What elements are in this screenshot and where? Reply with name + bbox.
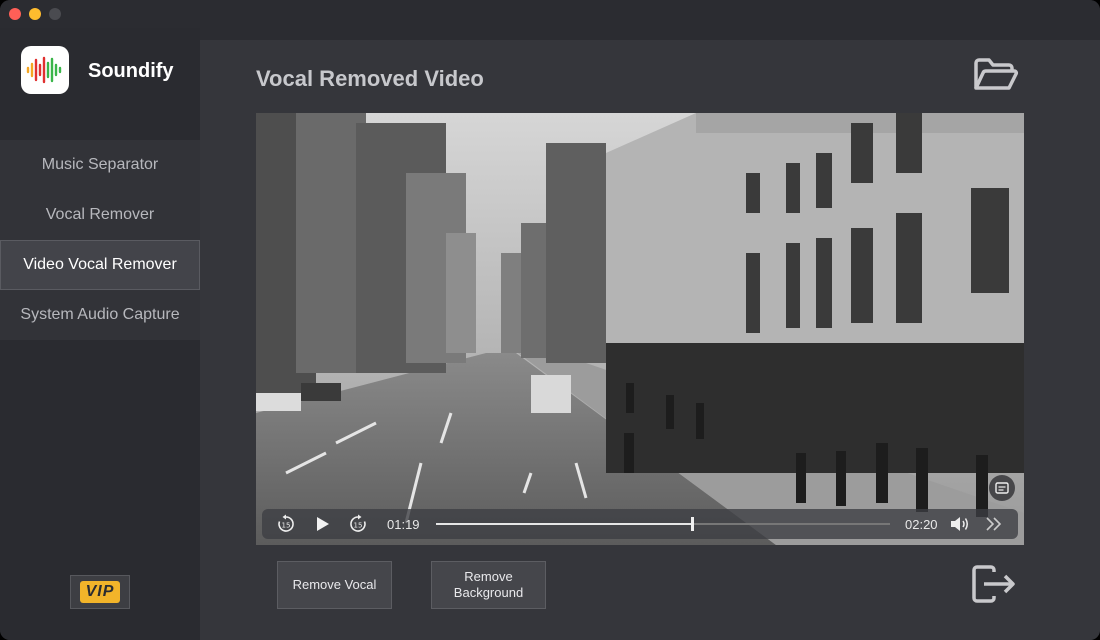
export-icon[interactable] <box>970 564 1020 604</box>
vip-button[interactable]: VIP <box>70 575 130 609</box>
play-icon[interactable] <box>312 514 332 534</box>
app-window: Soundify Music Separator Vocal Remover V… <box>0 0 1100 640</box>
brand: Soundify <box>0 28 200 140</box>
main-panel: Vocal Removed Video 15 15 01:19 02:20 Re… <box>200 40 1100 640</box>
forward-15-icon[interactable]: 15 <box>348 514 368 534</box>
rewind-15-icon[interactable]: 15 <box>276 514 296 534</box>
sidebar: Soundify Music Separator Vocal Remover V… <box>0 28 200 640</box>
fast-forward-icon[interactable] <box>984 514 1004 534</box>
sidebar-item-vocal-remover[interactable]: Vocal Remover <box>0 190 200 240</box>
svg-text:15: 15 <box>282 522 291 530</box>
video-player[interactable]: 15 15 01:19 02:20 <box>256 113 1024 545</box>
title-bar <box>0 0 1100 28</box>
close-window-button[interactable] <box>9 8 21 20</box>
minimize-window-button[interactable] <box>29 8 41 20</box>
app-logo-icon <box>21 46 69 94</box>
sidebar-nav: Music Separator Vocal Remover Video Voca… <box>0 140 200 340</box>
player-controls: 15 15 01:19 02:20 <box>262 509 1018 539</box>
progress-bar[interactable] <box>436 517 890 531</box>
sidebar-item-video-vocal-remover[interactable]: Video Vocal Remover <box>0 240 200 290</box>
sidebar-item-music-separator[interactable]: Music Separator <box>0 140 200 190</box>
svg-text:15: 15 <box>354 522 363 530</box>
duration: 02:20 <box>905 517 938 532</box>
page-title: Vocal Removed Video <box>256 66 484 91</box>
remove-vocal-button[interactable]: Remove Vocal <box>277 561 392 609</box>
folder-open-icon[interactable] <box>970 54 1020 96</box>
vip-badge: VIP <box>79 581 121 603</box>
current-time: 01:19 <box>387 517 420 532</box>
subtitles-icon[interactable] <box>989 475 1015 501</box>
video-frame-image <box>256 113 1024 545</box>
app-name: Soundify <box>88 60 174 82</box>
volume-icon[interactable] <box>949 514 969 534</box>
progress-handle[interactable] <box>691 517 695 531</box>
sidebar-item-system-audio-capture[interactable]: System Audio Capture <box>0 290 200 340</box>
remove-background-button[interactable]: Remove Background <box>431 561 546 609</box>
progress-fill <box>436 523 693 525</box>
maximize-window-button[interactable] <box>49 8 61 20</box>
